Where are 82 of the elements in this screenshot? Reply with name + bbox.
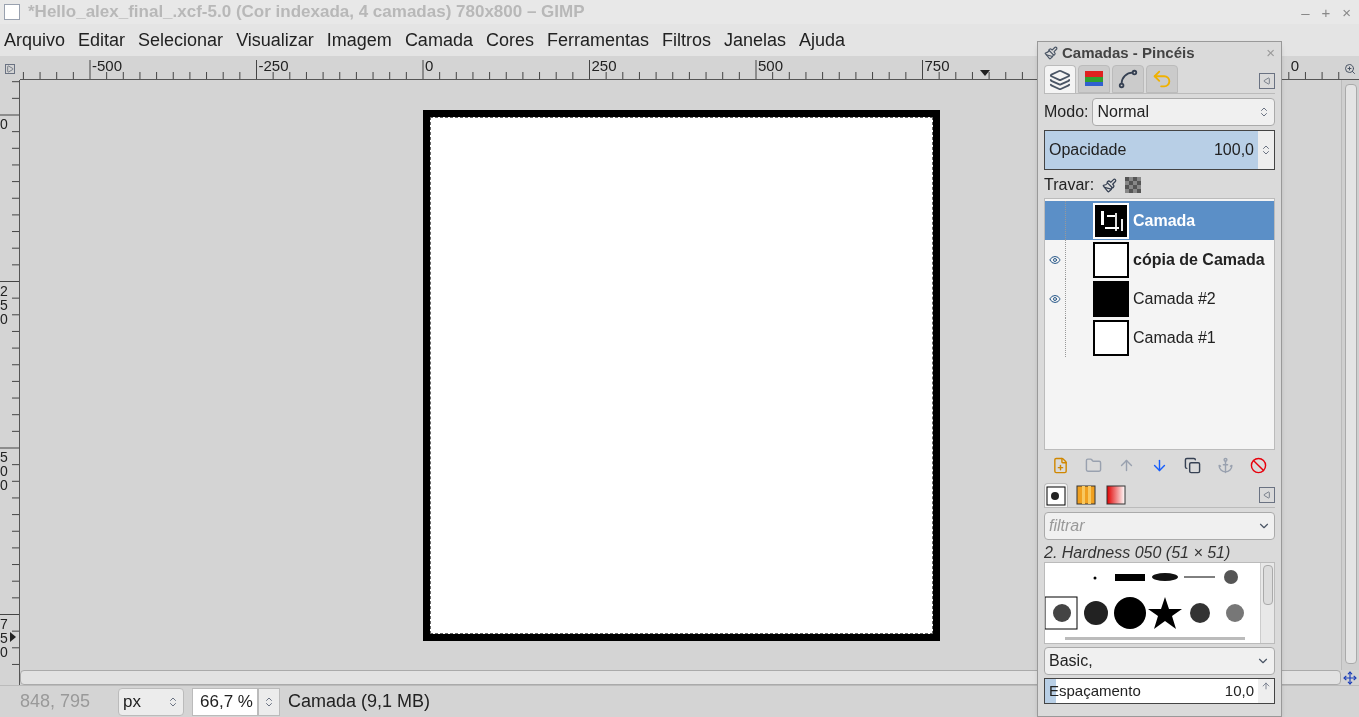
ruler-label: 0 <box>1290 58 1300 73</box>
menu-item[interactable]: Ajuda <box>799 26 846 54</box>
menu-item[interactable]: Ferramentas <box>546 26 649 54</box>
folder-icon[interactable] <box>1085 456 1102 474</box>
status-message: Camada (9,1 MB) <box>288 690 431 713</box>
ruler-label: 250 <box>591 58 617 73</box>
menu-item[interactable]: Editar <box>78 26 126 54</box>
menu-item[interactable]: Camada <box>404 26 473 54</box>
layer-row[interactable]: cópia de Camada <box>1045 240 1274 279</box>
eye-icon[interactable] <box>1049 292 1061 305</box>
layers-icon <box>1049 68 1071 91</box>
menu-item[interactable]: Selecionar <box>138 26 224 54</box>
lock-pixels-icon[interactable] <box>1102 177 1118 193</box>
layer-name: cópia de Camada <box>1133 249 1265 270</box>
layer-name: Camada #2 <box>1133 288 1216 309</box>
opacity-label: Opacidade <box>1048 140 1127 160</box>
menu-item[interactable]: Filtros <box>662 26 711 54</box>
spacing-label: Espaçamento <box>1048 680 1141 701</box>
ruler-label: 750 <box>924 58 950 73</box>
mode-select[interactable]: Normal <box>1092 98 1275 126</box>
undo-icon <box>1151 68 1173 90</box>
dock-menu-icon[interactable] <box>1263 491 1271 499</box>
window-menu-box[interactable] <box>4 4 20 20</box>
lock-label: Travar: <box>1044 175 1095 195</box>
spin-arrows-icon <box>263 695 275 708</box>
menu-item[interactable]: Janelas <box>724 26 787 54</box>
spin-arrows-icon <box>167 695 179 708</box>
ruler-label: 500 <box>0 450 9 492</box>
layer-name: Camada <box>1133 210 1196 231</box>
spacing-slider[interactable]: Espaçamento 10,0 <box>1045 679 1258 703</box>
duplicate-icon[interactable] <box>1184 456 1201 474</box>
layer-thumbnail <box>1093 241 1129 278</box>
ruler-label: 0 <box>425 58 434 73</box>
mode-label: Modo: <box>1044 102 1089 122</box>
lock-alpha-icon[interactable] <box>1125 177 1142 193</box>
brush-icon <box>1046 485 1066 506</box>
layer-row[interactable]: Camada #2 <box>1045 279 1274 318</box>
tag-select[interactable]: Basic, <box>1044 647 1275 675</box>
dock-tab[interactable] <box>1104 483 1128 507</box>
delete-icon[interactable] <box>1250 456 1267 474</box>
ruler-label: -250 <box>258 58 289 73</box>
menu-item[interactable]: Arquivo <box>4 26 66 54</box>
dock-tab[interactable] <box>1112 65 1144 93</box>
navigate-icon[interactable] <box>1343 670 1357 685</box>
menu-item[interactable]: Visualizar <box>236 26 314 54</box>
ruler-menu-icon[interactable] <box>5 64 15 74</box>
ruler-label: 0 <box>0 117 9 131</box>
ruler-label: -500 <box>92 58 123 73</box>
paths-icon <box>1117 68 1139 90</box>
layer-row[interactable]: Camada #1 <box>1045 318 1274 357</box>
pattern-icon <box>1076 485 1096 505</box>
zoom-field[interactable]: 66,7 % <box>192 687 258 716</box>
layer-thumbnail <box>1093 280 1129 317</box>
layer-thumbnail <box>1093 202 1129 239</box>
ruler-label: 750 <box>0 616 9 659</box>
spin-arrows-icon <box>1258 106 1270 118</box>
brush-scrollbar[interactable] <box>1262 565 1273 605</box>
menu-item[interactable]: Cores <box>485 26 534 54</box>
ruler-label: 500 <box>758 58 784 73</box>
opacity-slider[interactable]: Opacidade 100,0 <box>1045 131 1258 169</box>
eye-icon[interactable] <box>1049 253 1061 266</box>
dock-tab[interactable] <box>1044 65 1076 93</box>
arrow-up-icon <box>1261 681 1271 691</box>
brush-name: 2. Hardness 050 (51 × 51) <box>1044 543 1232 562</box>
ruler-label: 250 <box>0 283 9 326</box>
layer-name: Camada #1 <box>1133 327 1216 348</box>
menu-item[interactable]: Imagem <box>326 26 392 54</box>
new-layer-icon[interactable] <box>1052 456 1069 474</box>
unit-select[interactable]: px <box>118 687 184 716</box>
pointer-coordinates: 848, 795 <box>20 690 92 713</box>
spacing-value: 10,0 <box>1224 680 1255 701</box>
layer-thumbnail <box>1093 319 1129 356</box>
dock-tab[interactable] <box>1044 483 1068 507</box>
dock-menu-icon[interactable] <box>1263 77 1271 85</box>
opacity-value: 100,0 <box>1213 140 1255 160</box>
spin-arrows-icon[interactable] <box>1260 144 1272 156</box>
gradient-icon <box>1106 485 1126 505</box>
dock-title: Camadas - Pincéis <box>1062 42 1195 63</box>
zoom-icon[interactable] <box>1344 62 1356 75</box>
vertical-scrollbar[interactable] <box>1341 80 1359 670</box>
filter-field[interactable]: filtrar <box>1044 512 1275 540</box>
anchor-icon[interactable] <box>1217 456 1234 474</box>
